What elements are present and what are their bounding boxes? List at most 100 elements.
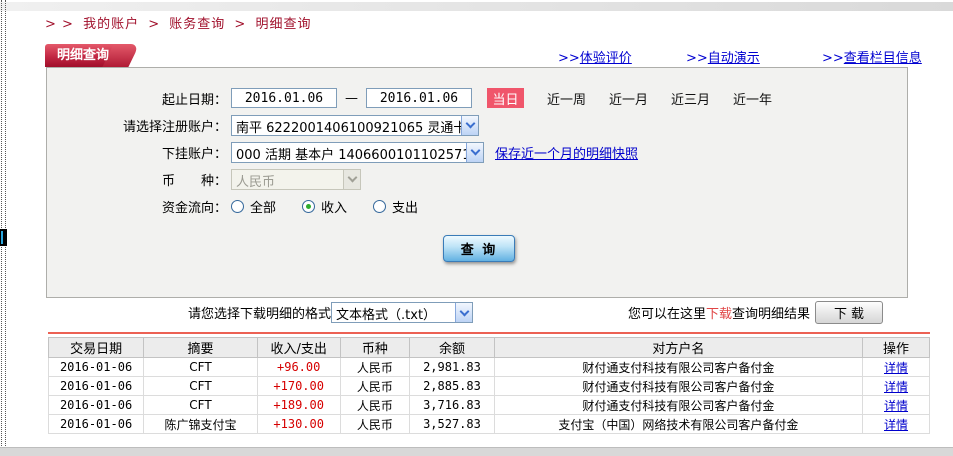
download-result-area: 您可以在这里下载查询明细结果 下载: [628, 301, 883, 324]
left-dotted-line: [1, 0, 2, 456]
download-inline-link[interactable]: 下载: [706, 303, 732, 322]
download-format-value: 文本格式（.txt）: [332, 303, 455, 322]
currency-value: 人民币: [232, 170, 343, 189]
cell-currency: 人民币: [340, 415, 410, 434]
flow-direction-row: 资金流向： 全部 收入 支出: [47, 195, 907, 217]
header-currency: 币种: [340, 338, 410, 358]
date-range-label: 起止日期：: [47, 89, 227, 108]
flow-option-label: 全部: [250, 197, 276, 216]
chevron-down-icon[interactable]: [466, 143, 483, 162]
cell-summary: 陈广锦支付宝: [144, 415, 258, 434]
cell-summary: CFT: [144, 396, 258, 415]
cell-summary: CFT: [144, 358, 258, 377]
link-label: 体验评价: [580, 51, 632, 66]
tab-detail-query[interactable]: 明细查询: [45, 44, 123, 67]
cell-date: 2016-01-06: [49, 396, 144, 415]
detail-link[interactable]: 详情: [884, 418, 908, 432]
register-account-value: 南平 6222001406100921065 灵通卡: [232, 116, 461, 135]
left-edge-marker: [0, 229, 7, 246]
flow-option-income[interactable]: 收入: [302, 197, 347, 216]
download-format-select[interactable]: 文本格式（.txt）: [331, 302, 473, 323]
breadcrumb-item-my-account[interactable]: 我的账户: [83, 17, 139, 32]
cell-currency: 人民币: [340, 358, 410, 377]
flow-option-expense[interactable]: 支出: [373, 197, 418, 216]
download-hint-suffix: 查询明细结果: [732, 303, 810, 322]
register-account-label: 请选择注册账户：: [47, 116, 227, 135]
cell-amount: +189.00: [257, 396, 340, 415]
chevron-down-icon[interactable]: [461, 116, 478, 135]
header-date: 交易日期: [49, 338, 144, 358]
detail-link[interactable]: 详情: [884, 399, 908, 413]
link-arrow-prefix: >>: [686, 51, 708, 66]
cell-counterparty: 财付通支付科技有限公司客户备付金: [494, 396, 862, 415]
download-format-area: 请您选择下载明细的格式 文本格式（.txt）: [188, 302, 473, 323]
download-format-label: 请您选择下载明细的格式: [188, 303, 331, 322]
flow-direction-label: 资金流向：: [47, 197, 227, 216]
cell-currency: 人民币: [340, 377, 410, 396]
link-label: 查看栏目信息: [844, 51, 922, 66]
detail-link[interactable]: 详情: [884, 361, 908, 375]
breadcrumb: > > 我的账户 > 账务查询 > 明细查询: [45, 13, 315, 32]
cell-date: 2016-01-06: [49, 358, 144, 377]
chevron-down-icon: [343, 170, 360, 189]
cell-counterparty: 财付通支付科技有限公司客户备付金: [494, 358, 862, 377]
cell-counterparty: 财付通支付科技有限公司客户备付金: [494, 377, 862, 396]
header-amount: 收入/支出: [257, 338, 340, 358]
cell-amount: +170.00: [257, 377, 340, 396]
date-to-input[interactable]: 2016.01.06: [366, 88, 472, 108]
download-button[interactable]: 下载: [815, 301, 883, 324]
cell-balance: 2,981.83: [410, 358, 495, 377]
flow-option-label: 收入: [321, 197, 347, 216]
quick-range-year[interactable]: 近一年: [733, 89, 772, 108]
flow-option-label: 支出: [392, 197, 418, 216]
quick-range-month[interactable]: 近一月: [609, 89, 648, 108]
header-action: 操作: [863, 338, 930, 358]
breadcrumb-separator: >: [148, 17, 160, 32]
link-auto-demo[interactable]: >>自动演示: [686, 47, 760, 66]
detail-link[interactable]: 详情: [884, 380, 908, 394]
date-range-row: 起止日期： 2016.01.06 — 2016.01.06 当日 近一周 近一月…: [47, 87, 907, 109]
radio-icon[interactable]: [302, 200, 315, 213]
link-view-column-info[interactable]: >>查看栏目信息: [822, 47, 922, 66]
red-divider: [48, 332, 930, 334]
header-counterparty: 对方户名: [494, 338, 862, 358]
cell-balance: 3,527.83: [410, 415, 495, 434]
date-separator: —: [345, 91, 358, 106]
chevron-down-icon[interactable]: [455, 303, 472, 322]
cell-amount: +96.00: [257, 358, 340, 377]
radio-icon[interactable]: [231, 200, 244, 213]
flow-option-all[interactable]: 全部: [231, 197, 276, 216]
cell-summary: CFT: [144, 377, 258, 396]
link-arrow-prefix: >>: [822, 51, 844, 66]
table-row: 2016-01-06 CFT +96.00 人民币 2,981.83 财付通支付…: [49, 358, 930, 377]
quick-range-week[interactable]: 近一周: [547, 89, 586, 108]
breadcrumb-item-detail-query[interactable]: 明细查询: [255, 17, 311, 32]
radio-icon[interactable]: [373, 200, 386, 213]
cell-date: 2016-01-06: [49, 415, 144, 434]
breadcrumb-item-account-query[interactable]: 账务查询: [169, 17, 225, 32]
detail-query-page: > > 我的账户 > 账务查询 > 明细查询 明细查询 >>体验评价 >>自动演…: [0, 0, 953, 456]
snapshot-link[interactable]: 保存近一个月的明细快照: [495, 143, 638, 162]
table-header-row: 交易日期 摘要 收入/支出 币种 余额 对方户名 操作: [49, 338, 930, 358]
register-account-row: 请选择注册账户： 南平 6222001406100921065 灵通卡: [47, 114, 907, 136]
date-from-input[interactable]: 2016.01.06: [231, 88, 337, 108]
sub-account-select[interactable]: 000 活期 基本户 1406600101102571848: [231, 142, 484, 163]
header-summary: 摘要: [144, 338, 258, 358]
query-button[interactable]: 查 询: [443, 235, 515, 262]
cell-amount: +130.00: [257, 415, 340, 434]
transaction-table: 交易日期 摘要 收入/支出 币种 余额 对方户名 操作 2016-01-06 C…: [48, 337, 930, 434]
sub-account-row: 下挂账户： 000 活期 基本户 1406600101102571848 保存近…: [47, 141, 907, 163]
header-balance: 余额: [410, 338, 495, 358]
sub-account-value: 000 活期 基本户 1406600101102571848: [232, 143, 466, 162]
quick-range-today[interactable]: 当日: [487, 88, 524, 108]
cell-balance: 2,885.83: [410, 377, 495, 396]
link-arrow-prefix: >>: [558, 51, 580, 66]
link-experience-rating[interactable]: >>体验评价: [558, 47, 632, 66]
top-gradient-band: [0, 2, 953, 11]
table-row: 2016-01-06 陈广锦支付宝 +130.00 人民币 3,527.83 支…: [49, 415, 930, 434]
quick-range-quarter[interactable]: 近三月: [671, 89, 710, 108]
cell-currency: 人民币: [340, 396, 410, 415]
currency-select: 人民币: [231, 169, 361, 190]
register-account-select[interactable]: 南平 6222001406100921065 灵通卡: [231, 115, 479, 136]
query-form: 起止日期： 2016.01.06 — 2016.01.06 当日 近一周 近一月…: [46, 67, 908, 298]
